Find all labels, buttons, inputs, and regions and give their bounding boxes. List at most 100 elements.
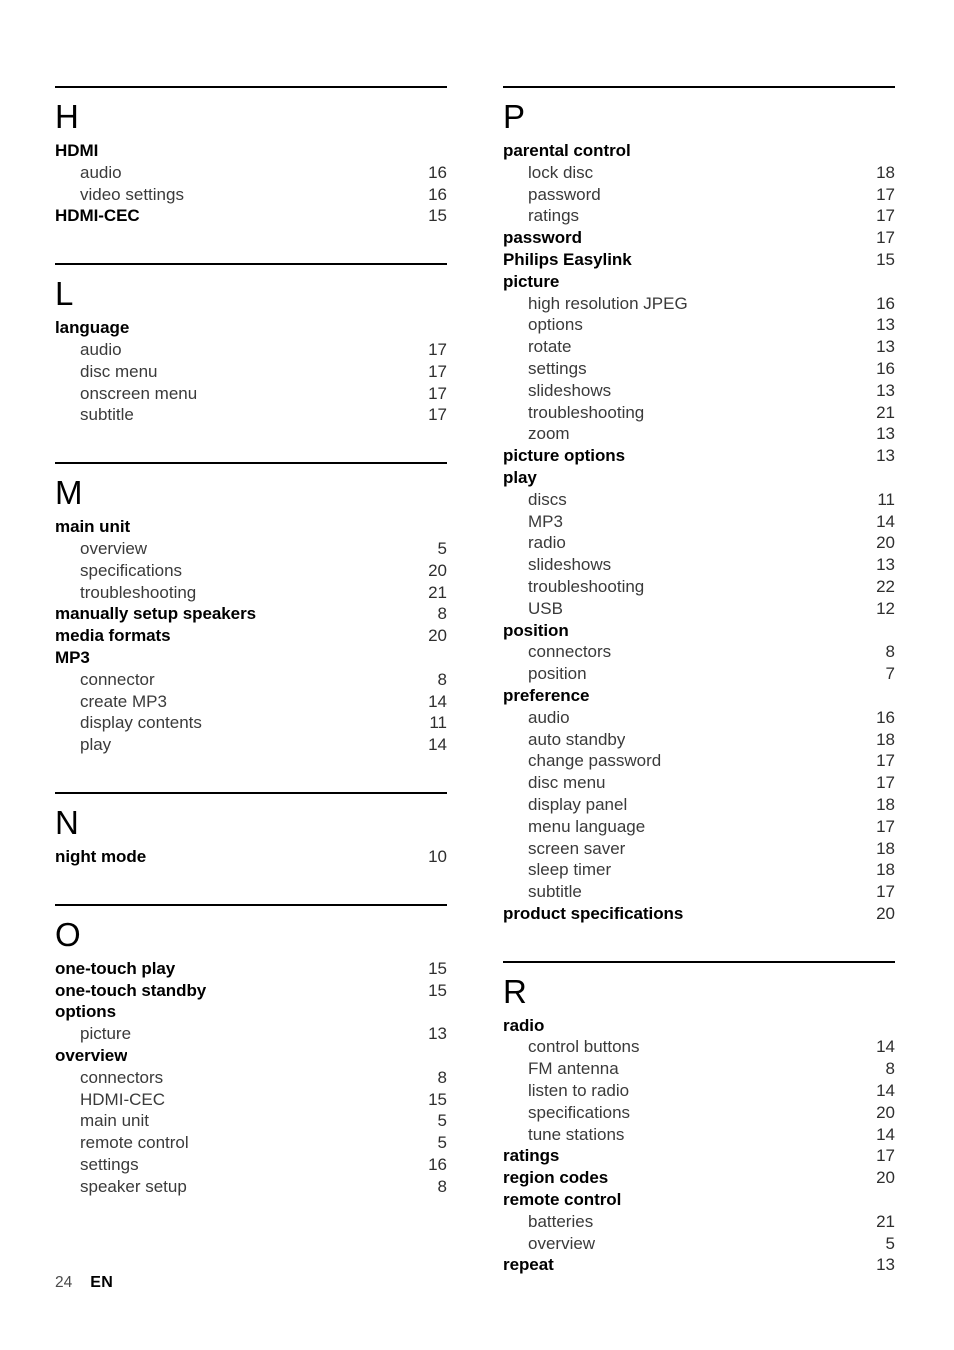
index-subentry[interactable]: disc menu 17 (55, 361, 447, 383)
index-subentry[interactable]: high resolution JPEG 16 (503, 293, 895, 315)
index-subentry[interactable]: control buttons 14 (503, 1036, 895, 1058)
index-subentry[interactable]: audio 16 (503, 707, 895, 729)
index-subentry[interactable]: FM antenna 8 (503, 1058, 895, 1080)
index-entry[interactable]: night mode 10 (55, 846, 447, 868)
index-subentry[interactable]: overview 5 (55, 538, 447, 560)
entry-label: USB (528, 598, 563, 618)
index-entry[interactable]: MP3 (55, 647, 447, 669)
entry-label: video settings (80, 184, 184, 204)
index-subentry[interactable]: radio 20 (503, 532, 895, 554)
entry-label: slideshows (528, 380, 612, 400)
entry-label: MP3 (528, 511, 563, 531)
index-subentry[interactable]: tune stations 14 (503, 1124, 895, 1146)
index-subentry[interactable]: audio 17 (55, 339, 447, 361)
index-entry[interactable]: position (503, 620, 895, 642)
index-subentry[interactable]: troubleshooting 22 (503, 576, 895, 598)
index-entry[interactable]: picture options 13 (503, 445, 895, 467)
section-divider (55, 462, 447, 465)
index-entry[interactable]: Philips Easylink 15 (503, 249, 895, 271)
index-subentry[interactable]: picture 13 (55, 1023, 447, 1045)
index-subentry[interactable]: main unit 5 (55, 1110, 447, 1132)
index-subentry[interactable]: specifications 20 (503, 1102, 895, 1124)
index-subentry[interactable]: troubleshooting 21 (503, 402, 895, 424)
index-subentry[interactable]: settings 16 (503, 358, 895, 380)
index-subentry[interactable]: password 17 (503, 184, 895, 206)
index-entry[interactable]: ratings 17 (503, 1145, 895, 1167)
index-subentry[interactable]: troubleshooting 21 (55, 582, 447, 604)
index-entry[interactable]: remote control (503, 1189, 895, 1211)
index-subentry[interactable]: connector 8 (55, 669, 447, 691)
index-subentry[interactable]: connectors 8 (503, 641, 895, 663)
index-subentry[interactable]: ratings 17 (503, 205, 895, 227)
index-subentry[interactable]: audio 16 (55, 162, 447, 184)
index-subentry[interactable]: remote control 5 (55, 1132, 447, 1154)
entry-label: overview (528, 1233, 596, 1253)
index-subentry[interactable]: display contents 11 (55, 712, 447, 734)
index-subentry[interactable]: zoom 13 (503, 423, 895, 445)
index-subentry[interactable]: screen saver 18 (503, 838, 895, 860)
index-subentry[interactable]: subtitle 17 (55, 404, 447, 426)
index-subentry[interactable]: HDMI-CEC 15 (55, 1089, 447, 1111)
entry-label: menu language (528, 816, 646, 836)
index-subentry[interactable]: options 13 (503, 314, 895, 336)
index-entry[interactable]: repeat 13 (503, 1254, 895, 1276)
index-subentry[interactable]: sleep timer 18 (503, 859, 895, 881)
index-entry[interactable]: picture (503, 271, 895, 293)
index-entry[interactable]: main unit (55, 516, 447, 538)
index-entry[interactable]: HDMI (55, 140, 447, 162)
index-subentry[interactable]: position 7 (503, 663, 895, 685)
entry-label: main unit (80, 1111, 149, 1131)
index-subentry[interactable]: discs 11 (503, 489, 895, 511)
index-subentry[interactable]: disc menu 17 (503, 772, 895, 794)
index-entry[interactable]: media formats 20 (55, 625, 447, 647)
index-subentry[interactable]: menu language 17 (503, 816, 895, 838)
index-entry[interactable]: preference (503, 685, 895, 707)
entry-page-number: 18 (876, 860, 895, 880)
index-subentry[interactable]: speaker setup 8 (55, 1176, 447, 1198)
index-subentry[interactable]: auto standby 18 (503, 729, 895, 751)
entry-page-number: 12 (876, 598, 895, 618)
index-entry[interactable]: radio (503, 1015, 895, 1037)
index-subentry[interactable]: settings 16 (55, 1154, 447, 1176)
index-subentry[interactable]: batteries 21 (503, 1211, 895, 1233)
index-subentry[interactable]: video settings 16 (55, 184, 447, 206)
entry-label: slideshows (528, 555, 612, 575)
entry-label: radio (528, 533, 566, 553)
index-entry[interactable]: HDMI-CEC 15 (55, 205, 447, 227)
index-section-m: Mmain unit overview 5 specifications 20 troub… (55, 462, 447, 792)
index-subentry[interactable]: display panel 18 (503, 794, 895, 816)
index-entry[interactable]: region codes 20 (503, 1167, 895, 1189)
index-entry[interactable]: manually setup speakers 8 (55, 603, 447, 625)
index-subentry[interactable]: MP3 14 (503, 511, 895, 533)
entry-page-number: 17 (876, 206, 895, 226)
index-subentry[interactable]: listen to radio 14 (503, 1080, 895, 1102)
index-subentry[interactable]: play 14 (55, 734, 447, 756)
index-subentry[interactable]: overview 5 (503, 1233, 895, 1255)
index-subentry[interactable]: onscreen menu 17 (55, 383, 447, 405)
entry-label: HDMI (55, 141, 99, 160)
index-entry[interactable]: one-touch standby 15 (55, 980, 447, 1002)
index-entry[interactable]: language (55, 317, 447, 339)
index-subentry[interactable]: subtitle 17 (503, 881, 895, 903)
index-subentry[interactable]: create MP3 14 (55, 691, 447, 713)
index-entry[interactable]: parental control (503, 140, 895, 162)
index-entry[interactable]: password 17 (503, 227, 895, 249)
index-subentry[interactable]: connectors 8 (55, 1067, 447, 1089)
entry-label: Philips Easylink (503, 249, 632, 269)
index-subentry[interactable]: change password 17 (503, 750, 895, 772)
index-subentry[interactable]: slideshows 13 (503, 380, 895, 402)
entry-label: MP3 (55, 647, 90, 667)
left-column: H HDMI audio 16 video settings 16 HDMI-CEC 15 Ll… (55, 86, 447, 1276)
index-entry[interactable]: overview (55, 1045, 447, 1067)
index-entry[interactable]: options (55, 1001, 447, 1023)
index-subentry[interactable]: lock disc 18 (503, 162, 895, 184)
index-entry[interactable]: product specifications 20 (503, 903, 895, 925)
index-entry[interactable]: one-touch play 15 (55, 958, 447, 980)
index-section-l: Llanguage audio 17 disc menu 17 onscreen menu… (55, 263, 447, 462)
index-subentry[interactable]: specifications 20 (55, 560, 447, 582)
index-subentry[interactable]: slideshows 13 (503, 554, 895, 576)
index-subentry[interactable]: rotate 13 (503, 336, 895, 358)
index-entry[interactable]: play (503, 467, 895, 489)
index-subentry[interactable]: USB 12 (503, 598, 895, 620)
